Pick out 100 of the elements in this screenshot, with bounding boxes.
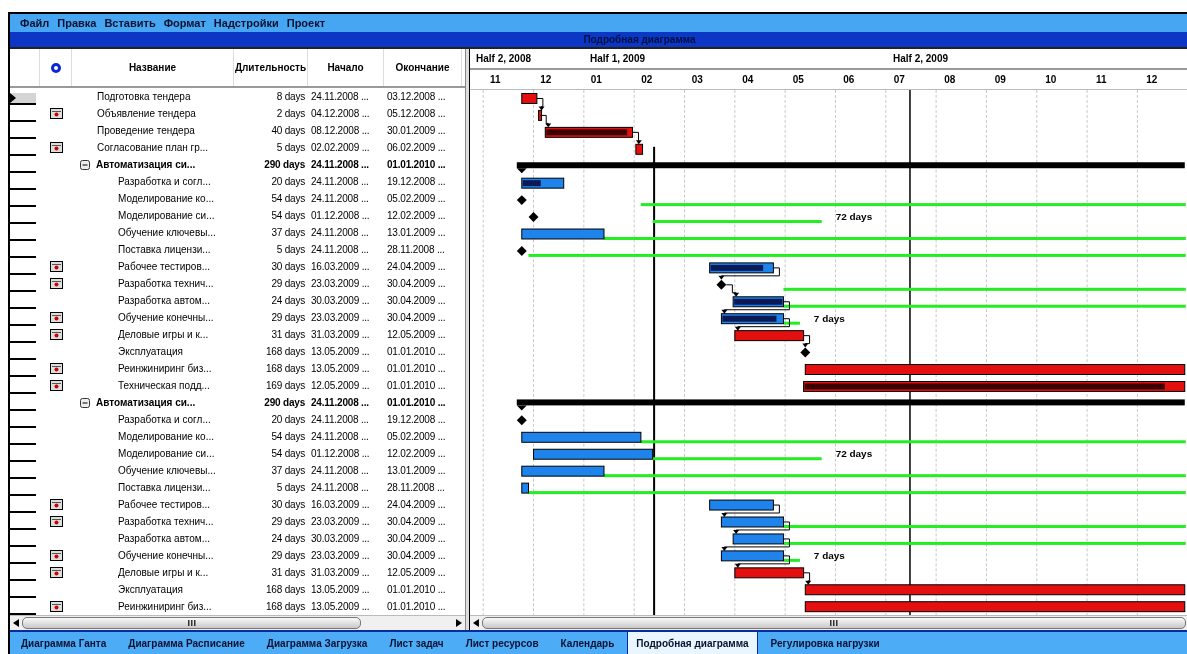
- info-icon: [49, 61, 62, 74]
- menu-item[interactable]: Надстройки: [213, 17, 279, 29]
- view-tab[interactable]: Лист ресурсов: [456, 632, 548, 654]
- task-bar: [720, 516, 784, 528]
- view-tab[interactable]: Лист задач: [380, 632, 453, 654]
- view-tab[interactable]: Диаграмма Ганта: [12, 632, 116, 654]
- milestone-diamond: [716, 279, 727, 290]
- finish-date: 24.04.2009 ...: [386, 499, 447, 510]
- horizontal-scrollbar[interactable]: [10, 615, 465, 630]
- start-date: 16.03.2009 ...: [310, 499, 371, 510]
- finish-date: 30.04.2009 ...: [386, 516, 447, 527]
- menu-item[interactable]: Правка: [57, 17, 97, 29]
- grip-icon: [829, 620, 839, 626]
- start-date: 31.03.2009 ...: [310, 329, 371, 340]
- start-date: 24.11.2008 ...: [310, 465, 370, 476]
- start-date: 23.03.2009 ...: [310, 312, 371, 323]
- connector-arrow: [539, 114, 552, 128]
- scroll-left-icon[interactable]: [13, 619, 19, 627]
- column-header[interactable]: Длительность: [234, 62, 307, 73]
- view-tab[interactable]: Диаграмма Загрузка: [257, 632, 377, 654]
- task-bar: [521, 482, 529, 494]
- task-bar: [709, 499, 774, 511]
- task-name: Автоматизация си...: [96, 397, 196, 408]
- duration-cell-text: 2 days: [275, 108, 306, 119]
- start-date: 24.11.2008 ...: [310, 244, 370, 255]
- start-date: 04.12.2008 ...: [310, 108, 371, 119]
- critical-task-bar: [538, 109, 543, 121]
- task-name: Разработка и согл...: [118, 414, 211, 425]
- finish-date: 13.01.2009 ...: [386, 465, 447, 476]
- start-date: 16.03.2009 ...: [310, 261, 371, 272]
- finish-date: 30.04.2009 ...: [386, 312, 447, 323]
- menu-item[interactable]: Вставить: [104, 17, 156, 29]
- finish-date: 19.12.2008 ...: [386, 176, 447, 187]
- finish-date: 01.01.2010 ...: [386, 380, 447, 391]
- task-name: Разработка и согл...: [118, 176, 211, 187]
- menu-item[interactable]: Файл: [20, 17, 50, 29]
- duration-cell-text: 54 days: [270, 210, 306, 221]
- timescale-label: Half 2, 2009: [893, 52, 949, 64]
- start-date: 23.03.2009 ...: [310, 278, 371, 289]
- connector-arrow: [718, 267, 780, 280]
- month-label: 11: [489, 73, 501, 85]
- column-header[interactable]: Начало: [327, 62, 364, 73]
- start-date: 13.05.2009 ...: [310, 584, 371, 595]
- scroll-right-icon[interactable]: [456, 619, 462, 627]
- task-name: Разработка технич...: [118, 516, 214, 527]
- critical-task-bar: [635, 143, 644, 155]
- milestone-diamond: [516, 195, 527, 205]
- scrollbar-thumb[interactable]: [22, 617, 361, 629]
- slack-label: 72 days: [835, 448, 873, 460]
- finish-date: 30.01.2009 ...: [386, 125, 447, 136]
- view-tab[interactable]: Календарь: [551, 632, 624, 654]
- task-name: Эксплуатация: [118, 346, 183, 357]
- row-header[interactable]: [10, 93, 36, 105]
- start-date: 24.11.2008 ...: [310, 159, 370, 170]
- task-name: Согласование план гр...: [97, 142, 209, 153]
- task-name: Реинжиниринг биз...: [118, 601, 212, 612]
- finish-date: 30.04.2009 ...: [386, 278, 447, 289]
- task-bar: [720, 313, 784, 325]
- view-tab[interactable]: Подробная диаграмма: [627, 632, 758, 654]
- month-label: 12: [540, 73, 552, 85]
- month-label: 04: [742, 73, 754, 85]
- timescale-label: Half 1, 2009: [590, 52, 646, 64]
- duration-cell-text: 40 days: [270, 125, 306, 136]
- start-date: 24.11.2008 ...: [310, 431, 370, 442]
- finish-date: 01.01.2010 ...: [386, 397, 447, 408]
- start-date: 24.11.2008 ...: [310, 414, 370, 425]
- scroll-left-icon[interactable]: [473, 619, 479, 627]
- column-header[interactable]: Окончание: [395, 62, 450, 73]
- task-bar: [720, 550, 784, 562]
- task-name: Автоматизация си...: [96, 159, 196, 170]
- scrollbar-thumb[interactable]: [481, 617, 1186, 629]
- menu-item[interactable]: Формат: [163, 17, 206, 29]
- start-date: 24.11.2008 ...: [310, 227, 370, 238]
- view-tab[interactable]: Диаграмма Расписание: [119, 632, 254, 654]
- task-name: Деловые игры и к...: [118, 567, 209, 578]
- start-date: 13.05.2009 ...: [310, 346, 371, 357]
- slack-label: 7 days: [813, 312, 845, 324]
- task-name: Моделирование ко...: [118, 431, 214, 442]
- milestone-diamond: [800, 347, 811, 358]
- horizontal-scrollbar[interactable]: [470, 615, 1187, 630]
- finish-date: 30.04.2009 ...: [386, 550, 447, 561]
- task-name: Обучение конечны...: [118, 312, 214, 323]
- finish-date: 05.02.2009 ...: [386, 193, 447, 204]
- task-name: Рабочее тестиров...: [118, 499, 211, 510]
- column-header[interactable]: Название: [128, 62, 177, 73]
- duration-cell-text: 5 days: [275, 142, 306, 153]
- task-name: Поставка лицензи...: [118, 482, 211, 493]
- menu-item[interactable]: Проект: [286, 17, 326, 29]
- collapse-icon[interactable]: [80, 397, 90, 408]
- collapse-icon[interactable]: [80, 159, 90, 170]
- duration-cell-text: 31 days: [270, 329, 306, 340]
- start-date: 24.11.2008 ...: [310, 193, 370, 204]
- duration-cell-text: 8 days: [275, 91, 306, 102]
- critical-task-bar: [734, 567, 805, 579]
- slack-label: 7 days: [813, 549, 845, 561]
- duration-cell-text: 54 days: [270, 448, 306, 459]
- view-tab[interactable]: Регулировка нагрузки: [761, 632, 889, 654]
- finish-date: 01.01.2010 ...: [386, 346, 447, 357]
- connector-arrow: [721, 538, 790, 551]
- duration-cell-text: 29 days: [270, 516, 306, 527]
